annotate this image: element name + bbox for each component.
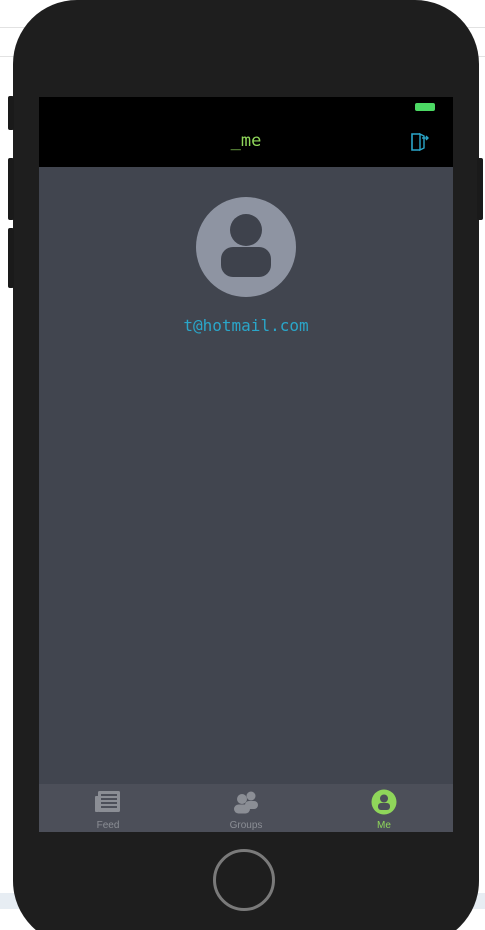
power-button [477,158,483,220]
volume-down-button [8,228,14,288]
page: _me t@hotmail.com Feed Groups Me [0,0,485,930]
newspaper-icon [95,791,120,812]
tab-feed[interactable]: Feed [39,784,177,832]
page-title: _me [230,131,262,151]
app-screen: _me t@hotmail.com Feed Groups Me [39,97,453,832]
battery-icon [415,103,435,111]
mute-switch [8,96,14,130]
tab-bar: Feed Groups Me [39,784,453,832]
tab-groups[interactable]: Groups [177,784,315,832]
avatar[interactable] [196,197,296,297]
tab-me[interactable]: Me [315,784,453,832]
logout-icon [411,132,429,152]
navigation-bar: _me [39,117,453,167]
person-icon [371,789,397,815]
person-icon [221,214,271,277]
group-icon [234,791,258,814]
volume-up-button [8,158,14,220]
status-bar [39,97,453,117]
home-button[interactable] [213,849,275,911]
tab-groups-label: Groups [229,820,263,831]
user-email: t@hotmail.com [183,316,309,335]
tab-feed-label: Feed [96,820,120,831]
logout-button[interactable] [407,130,431,154]
tab-me-label: Me [377,820,391,831]
